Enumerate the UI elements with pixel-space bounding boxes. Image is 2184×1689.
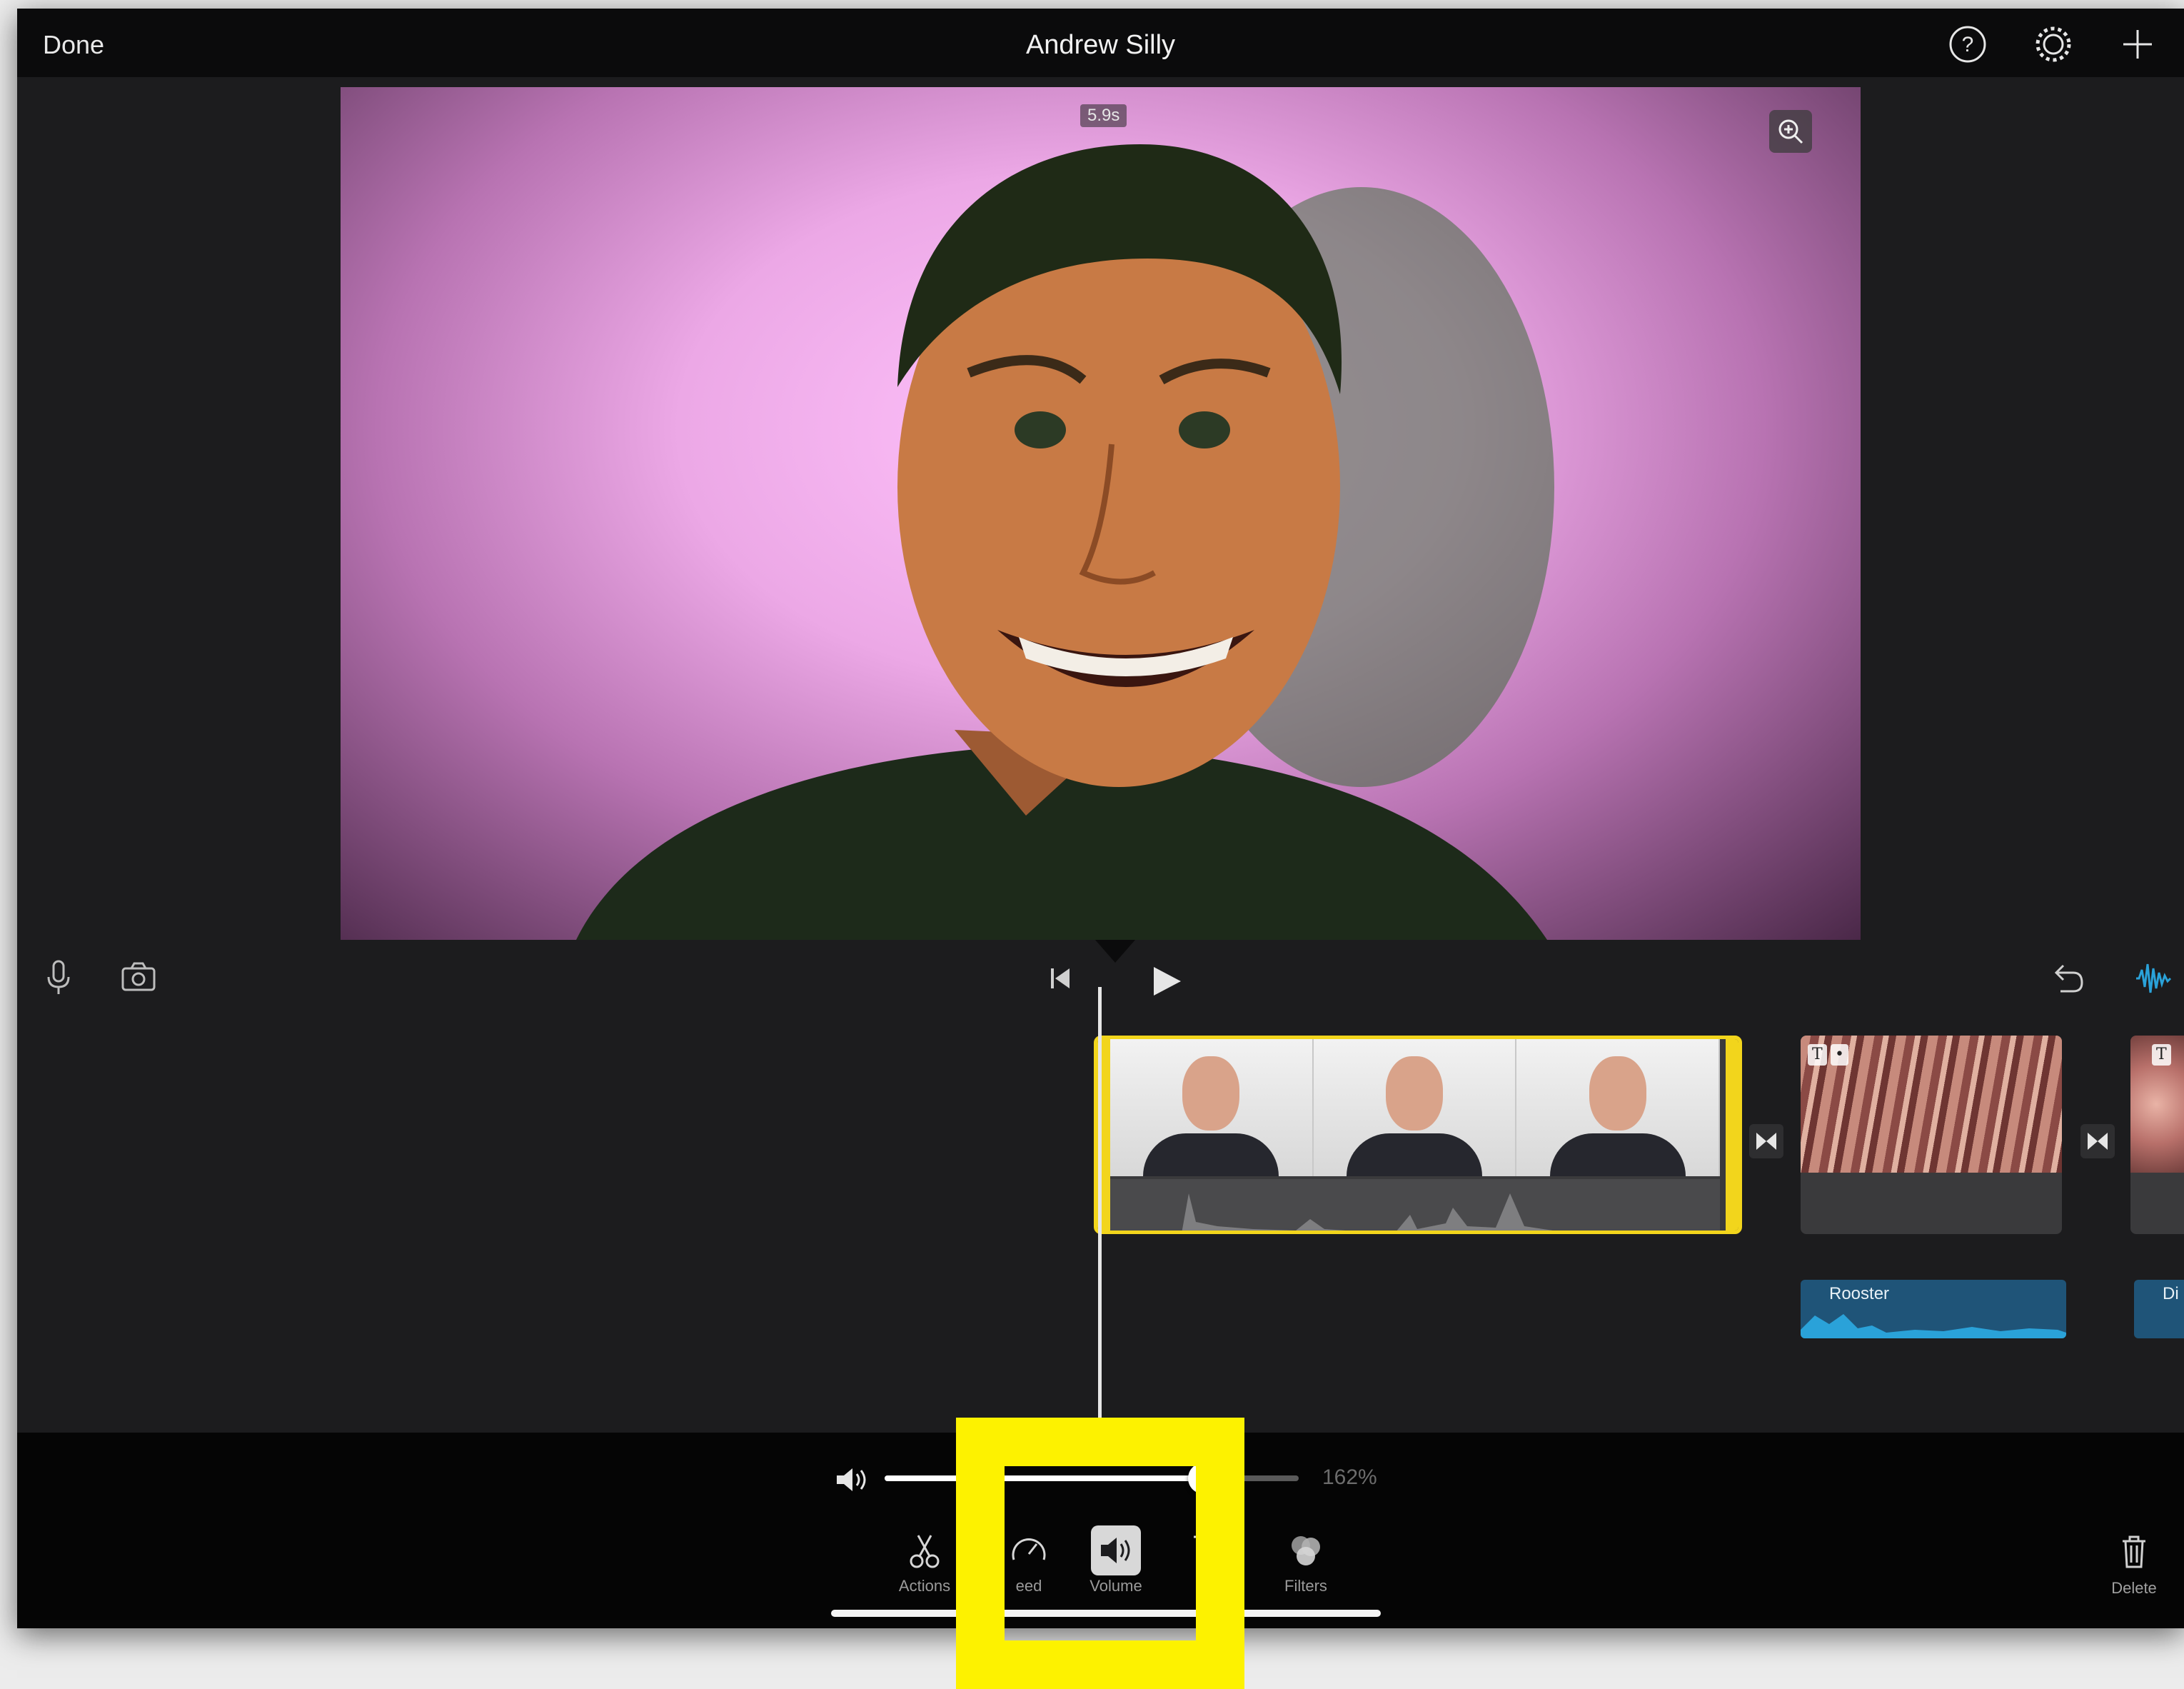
top-bar: Done Andrew Silly ? <box>17 9 2184 77</box>
undo-icon[interactable] <box>2046 957 2089 1000</box>
skip-to-start-icon[interactable] <box>1038 957 1081 1000</box>
highlight-callout-box <box>956 1418 1244 1689</box>
zoom-in-icon[interactable] <box>1769 110 1812 153</box>
audio-clip-label: Di <box>2163 1284 2179 1303</box>
clip-audio-waveform <box>1110 1179 1720 1231</box>
filters-icon <box>1281 1525 1331 1575</box>
playhead-marker <box>1095 940 1135 963</box>
clip-thumbnail <box>1110 1039 1314 1176</box>
clip-duration-label: 5.9s <box>1080 104 1127 127</box>
timeline[interactable]: T • T Rooster Di <box>17 940 2184 1433</box>
person-figure <box>576 144 1554 940</box>
clip-thumbnail <box>1313 1039 1517 1176</box>
add-icon[interactable] <box>2116 23 2159 66</box>
filters-tool-button[interactable]: Filters <box>1259 1525 1352 1595</box>
transition-icon[interactable] <box>1749 1124 1783 1158</box>
clip-thumbnail <box>1516 1039 1721 1176</box>
project-title: Andrew Silly <box>1025 30 1176 60</box>
play-icon[interactable] <box>1144 960 1187 1003</box>
trash-icon <box>2123 1535 2145 1568</box>
video-preview[interactable]: 5.9s <box>341 87 1861 940</box>
delete-label: Delete <box>2111 1579 2157 1597</box>
video-clip[interactable]: T <box>2130 1036 2184 1234</box>
selected-video-clip[interactable] <box>1094 1036 1742 1234</box>
speaker-icon[interactable] <box>831 1460 871 1500</box>
clip-trim-handle-right[interactable] <box>1726 1039 1738 1231</box>
help-icon[interactable]: ? <box>1946 23 1989 66</box>
audio-clip[interactable]: Di <box>2134 1280 2184 1338</box>
tool-label: Filters <box>1284 1577 1327 1595</box>
title-badge: T <box>1808 1044 1827 1066</box>
transition-icon[interactable] <box>2080 1124 2115 1158</box>
camera-icon[interactable] <box>117 956 160 998</box>
playhead[interactable] <box>1098 987 1102 1433</box>
volume-percent: 162% <box>1322 1465 1377 1489</box>
imovie-screen: Done Andrew Silly ? 5.9s T • T Rooster D… <box>17 9 2184 1628</box>
settings-icon[interactable] <box>2032 23 2075 66</box>
audio-clip-rooster[interactable]: Rooster <box>1801 1280 2066 1338</box>
scissors-icon <box>900 1525 950 1575</box>
clip-thumbnails <box>1110 1039 1721 1176</box>
filter-badge: • <box>1831 1044 1848 1066</box>
microphone-icon[interactable] <box>37 956 80 998</box>
video-clip[interactable]: T • <box>1801 1036 2062 1234</box>
delete-button[interactable]: Delete <box>2098 1530 2170 1598</box>
title-badge: T <box>2152 1044 2171 1066</box>
svg-text:?: ? <box>1962 33 1974 56</box>
audio-waveform-icon[interactable] <box>2132 957 2175 1000</box>
preview-area: 5.9s <box>17 77 2184 940</box>
